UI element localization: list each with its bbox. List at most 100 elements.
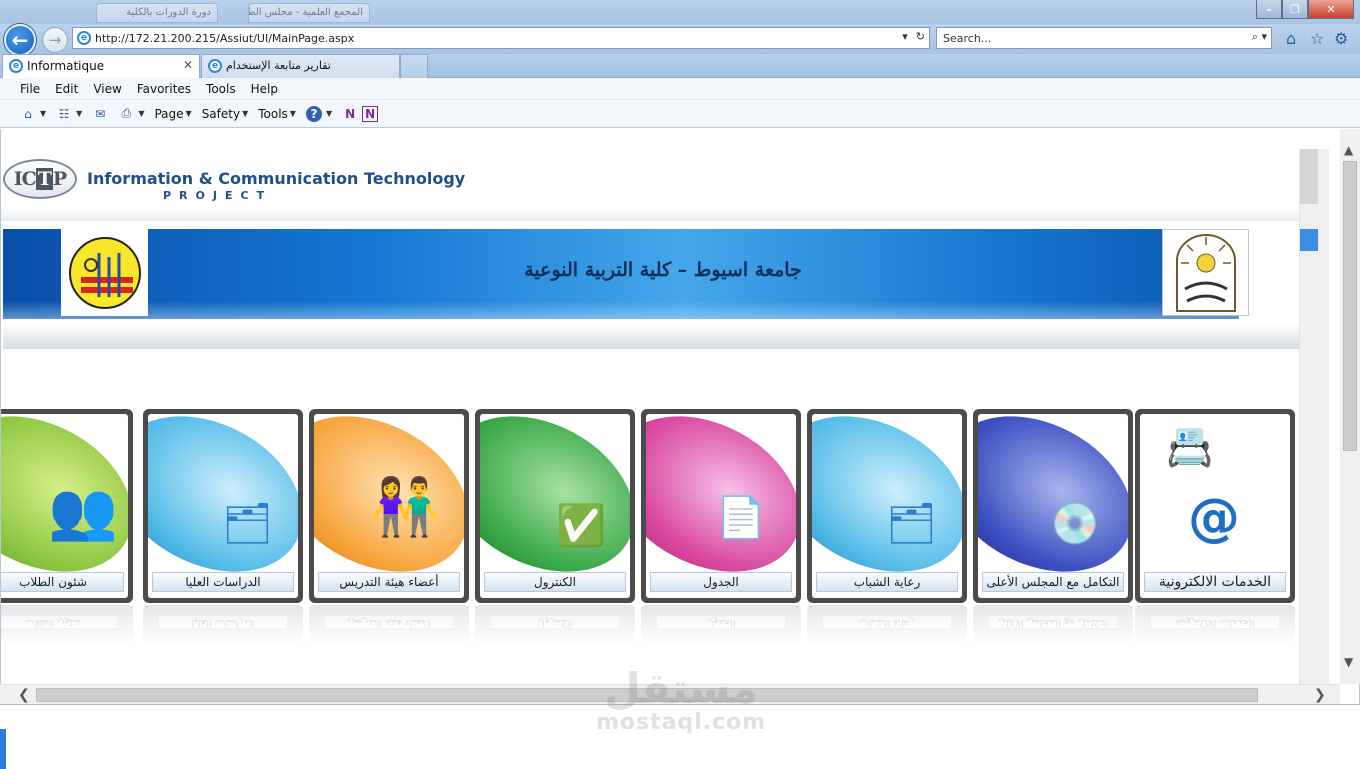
- safety-menu[interactable]: Safety: [202, 107, 240, 121]
- feeds-icon[interactable]: ☷: [56, 106, 72, 122]
- tab-strip: e Informatique ✕ e تقارير متابعة الإستخد…: [0, 54, 1360, 78]
- scroll-left-icon[interactable]: ❮: [18, 687, 30, 703]
- disc-icon: 💿: [1050, 501, 1100, 547]
- menu-favorites[interactable]: Favorites: [137, 82, 199, 96]
- tile-reflection: رعاية الشباب: [807, 605, 967, 645]
- tile-control[interactable]: ✅ الكنترول: [475, 409, 635, 603]
- frame-vertical-scrollbar[interactable]: [1299, 149, 1329, 704]
- banner-divider: [3, 323, 1299, 349]
- background-tab[interactable]: دورة الدورات بالكلية: [96, 3, 218, 23]
- home-icon[interactable]: ⌂: [1286, 29, 1296, 48]
- onenote-send-icon[interactable]: N: [342, 106, 358, 122]
- tile-student-affairs[interactable]: 👥 شئون الطلاب: [1, 409, 133, 603]
- tile-youth-welfare[interactable]: 🗂 رعاية الشباب: [807, 409, 967, 603]
- chevron-down-icon[interactable]: ▼: [40, 109, 46, 118]
- vertical-scroll-thumb[interactable]: [1343, 161, 1357, 451]
- tile-label: أعضاء هيئة التدريس: [318, 572, 460, 592]
- frame-scroll-thumb[interactable]: [1300, 149, 1318, 204]
- project-subtitle: PROJECT: [163, 189, 273, 202]
- scroll-down-icon[interactable]: ▼: [1344, 655, 1353, 669]
- search-input[interactable]: Search...: [943, 32, 991, 45]
- faculty-logo: [61, 229, 148, 316]
- menu-bar: File Edit View Favorites Tools Help: [0, 78, 1360, 100]
- forward-button[interactable]: →: [42, 27, 68, 53]
- tools-menu[interactable]: Tools: [258, 107, 288, 121]
- ie-tab-icon: e: [208, 59, 222, 73]
- minimize-button[interactable]: –: [1256, 0, 1282, 19]
- address-row: ← → e http://172.21.200.215/Assiut/UI/Ma…: [0, 24, 1360, 56]
- search-bar[interactable]: Search... ⌕ ▾: [936, 27, 1272, 49]
- tile-faculty-staff[interactable]: 👫 أعضاء هيئة التدريس: [309, 409, 469, 603]
- logo-text: IC: [13, 168, 37, 190]
- page-menu[interactable]: Page: [154, 107, 183, 121]
- menu-view[interactable]: View: [93, 82, 129, 96]
- tile-label: رعاية الشباب: [816, 572, 958, 592]
- new-tab-button[interactable]: [400, 54, 428, 78]
- university-banner: جامعة اسيوط – كلية التربية النوعية: [3, 229, 1239, 319]
- command-bar: ⌂ ▼ ☷ ▼ ✉ ⎙ ▼ Page ▼ Safety ▼ Tools ▼ ? …: [0, 100, 1360, 128]
- ie-tab-icon: e: [9, 59, 23, 73]
- chevron-down-icon[interactable]: ▼: [326, 109, 332, 118]
- favorites-star-icon[interactable]: ☆: [1310, 29, 1324, 48]
- tile-reflection: أعضاء هيئة التدريس: [309, 605, 469, 645]
- home-icon[interactable]: ⌂: [20, 106, 36, 122]
- chevron-down-icon[interactable]: ▼: [290, 109, 296, 118]
- address-text[interactable]: http://172.21.200.215/Assiut/UI/MainPage…: [95, 32, 354, 45]
- help-icon[interactable]: ?: [305, 105, 322, 122]
- page-viewport: IC T P Information & Communication Technol…: [0, 129, 1360, 704]
- menu-help[interactable]: Help: [251, 82, 286, 96]
- chevron-down-icon[interactable]: ▼: [138, 109, 144, 118]
- tile-reflection: الكنترول: [475, 605, 635, 645]
- tile-reflection: التكامل مع المجلس الأعلى: [973, 605, 1133, 645]
- address-dropdown-icon[interactable]: ▾: [902, 30, 908, 43]
- frame-scroll-marker: [1300, 229, 1318, 251]
- vertical-scrollbar[interactable]: ▲ ▼: [1340, 129, 1360, 684]
- search-icon[interactable]: ⌕: [1252, 30, 1258, 43]
- ie-page-icon: e: [77, 31, 91, 45]
- tile-e-services[interactable]: 📇 @ الخدمات الالكترونية: [1135, 409, 1295, 603]
- onenote-icon[interactable]: N: [362, 105, 379, 122]
- tab-usage-reports[interactable]: e تقارير متابعة الإستخدام: [201, 54, 400, 78]
- restore-button[interactable]: ❐: [1282, 0, 1308, 19]
- email-icon: @: [1188, 488, 1240, 548]
- settings-gear-icon[interactable]: ⚙: [1334, 29, 1348, 48]
- tile-supreme-council[interactable]: 💿 التكامل مع المجلس الأعلى: [973, 409, 1133, 603]
- background-tab[interactable]: المجمع العلمية - مجلس الطلاب: [248, 3, 370, 23]
- mail-icon[interactable]: ✉: [92, 106, 108, 122]
- calendar-check-icon: ✅: [556, 503, 606, 549]
- status-area: [0, 704, 1360, 769]
- refresh-icon[interactable]: ↻: [916, 30, 925, 43]
- address-bar[interactable]: e http://172.21.200.215/Assiut/UI/MainPa…: [72, 27, 930, 49]
- search-dropdown-icon[interactable]: ▾: [1261, 30, 1267, 43]
- menu-file[interactable]: File: [20, 82, 48, 96]
- close-tab-icon[interactable]: ✕: [183, 58, 193, 72]
- tile-schedule[interactable]: 📄 الجدول: [641, 409, 801, 603]
- service-tiles: 👥 شئون الطلاب 🗂 الدراسات العليا 👫 أعضاء …: [1, 409, 1295, 649]
- project-title: Information & Communication Technology: [87, 169, 466, 188]
- print-icon[interactable]: ⎙: [118, 106, 134, 122]
- logo-text: T: [35, 168, 53, 190]
- scroll-right-icon[interactable]: ❯: [1314, 687, 1326, 703]
- horizontal-scroll-thumb[interactable]: [36, 688, 1258, 702]
- tile-reflection: الخدمات الالكترونية: [1135, 605, 1295, 645]
- icpt-logo: IC T P: [3, 159, 77, 199]
- tile-graduate-studies[interactable]: 🗂 الدراسات العليا: [143, 409, 303, 603]
- horizontal-scrollbar[interactable]: ❮ ❯: [0, 684, 1340, 704]
- menu-edit[interactable]: Edit: [55, 82, 86, 96]
- tile-reflection: الجدول: [641, 605, 801, 645]
- tile-label: التكامل مع المجلس الأعلى: [982, 572, 1124, 592]
- scroll-up-icon[interactable]: ▲: [1344, 143, 1353, 157]
- tile-reflection: الدراسات العليا: [143, 605, 303, 645]
- chevron-down-icon[interactable]: ▼: [186, 109, 192, 118]
- chevron-down-icon[interactable]: ▼: [76, 109, 82, 118]
- menu-tools[interactable]: Tools: [206, 82, 244, 96]
- tile-reflection: شئون الطلاب: [1, 605, 133, 645]
- tile-label: الكنترول: [484, 572, 626, 592]
- taskbar-edge: [0, 729, 6, 769]
- students-icon: 👥: [48, 479, 118, 544]
- chevron-down-icon[interactable]: ▼: [242, 109, 248, 118]
- tab-informatique[interactable]: e Informatique ✕: [2, 54, 200, 78]
- close-window-button[interactable]: ✕: [1308, 0, 1354, 19]
- document-icon: 📄: [716, 495, 766, 541]
- back-button[interactable]: ←: [4, 24, 36, 56]
